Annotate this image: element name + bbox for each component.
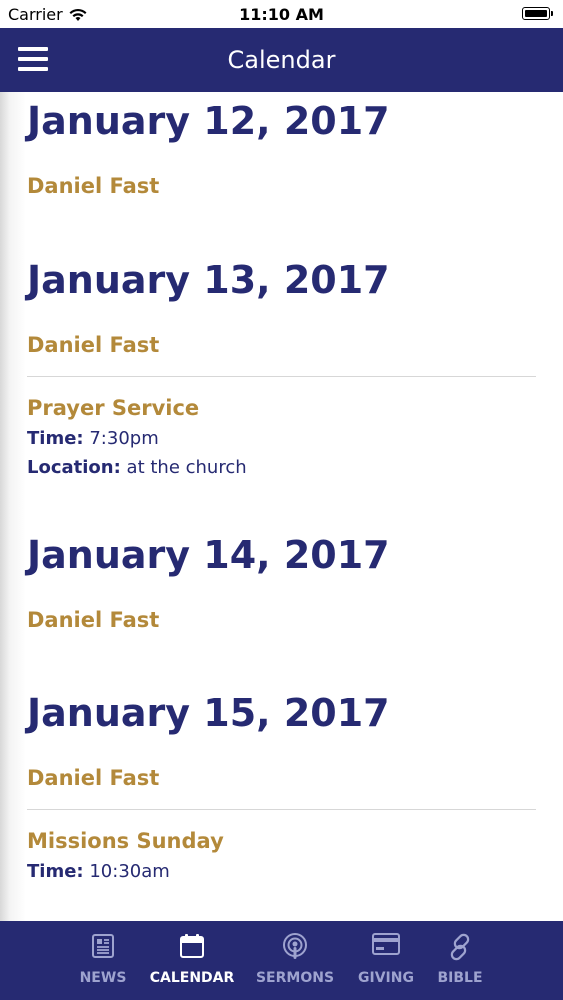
tab-label: GIVING — [358, 970, 414, 986]
event-title: Prayer Service — [27, 396, 200, 420]
event-item[interactable]: Daniel Fast — [27, 140, 536, 198]
event-time: Time: 10:30am — [27, 861, 536, 882]
event-item[interactable]: Daniel Fast — [27, 732, 536, 810]
tab-bible[interactable]: BIBLE — [432, 921, 488, 1000]
event-title: Daniel Fast — [27, 333, 160, 357]
day-section: January 13, 2017 Daniel Fast Prayer Serv… — [27, 261, 536, 478]
day-date: January 12, 2017 — [27, 99, 390, 143]
time-label: Time: — [27, 428, 84, 449]
tab-label: CALENDAR — [149, 970, 235, 986]
tab-calendar[interactable]: CALENDAR — [146, 921, 238, 1000]
event-item[interactable]: Missions Sunday Time: 10:30am — [27, 810, 536, 882]
credit-card-icon — [372, 933, 400, 955]
page-title: Calendar — [227, 46, 336, 74]
event-title: Daniel Fast — [27, 174, 160, 198]
calendar-icon — [180, 934, 204, 958]
day-section: January 15, 2017 Daniel Fast Missions Su… — [27, 694, 536, 882]
event-title: Daniel Fast — [27, 766, 160, 790]
event-item[interactable]: Daniel Fast — [27, 299, 536, 377]
tab-sermons[interactable]: SERMONS — [254, 921, 336, 1000]
location-label: Location: — [27, 457, 121, 478]
day-date: January 13, 2017 — [27, 258, 390, 302]
newspaper-icon — [92, 934, 114, 958]
status-bar: Carrier 11:10 AM — [0, 0, 563, 28]
status-time: 11:10 AM — [239, 5, 324, 24]
event-title: Missions Sunday — [27, 829, 224, 853]
event-item[interactable]: Prayer Service Time: 7:30pm Location: at… — [27, 377, 536, 478]
tab-label: NEWS — [79, 970, 127, 986]
day-section: January 14, 2017 Daniel Fast — [27, 536, 536, 632]
time-label: Time: — [27, 861, 84, 882]
tab-news[interactable]: NEWS — [63, 921, 143, 1000]
time-value: 7:30pm — [89, 428, 159, 449]
calendar-list[interactable]: January 12, 2017 Daniel Fast January 13,… — [0, 92, 563, 921]
tab-giving[interactable]: GIVING — [350, 921, 422, 1000]
location-value: at the church — [126, 457, 247, 478]
day-date: January 14, 2017 — [27, 533, 390, 577]
tab-label: BIBLE — [437, 970, 483, 986]
tab-label: SERMONS — [255, 970, 335, 986]
day-date: January 15, 2017 — [27, 691, 390, 735]
nav-bar: Calendar — [0, 28, 563, 92]
event-title: Daniel Fast — [27, 608, 160, 632]
podcast-icon — [283, 933, 307, 959]
tab-bar: NEWS CALENDAR SERMONS GIVING BIBLE — [0, 921, 563, 1000]
day-section: January 12, 2017 Daniel Fast — [27, 92, 536, 198]
event-location: Location: at the church — [27, 457, 536, 478]
event-item[interactable]: Daniel Fast — [27, 574, 536, 632]
battery-icon — [522, 7, 553, 20]
event-time: Time: 7:30pm — [27, 428, 536, 449]
link-icon — [450, 933, 470, 961]
time-value: 10:30am — [89, 861, 170, 882]
